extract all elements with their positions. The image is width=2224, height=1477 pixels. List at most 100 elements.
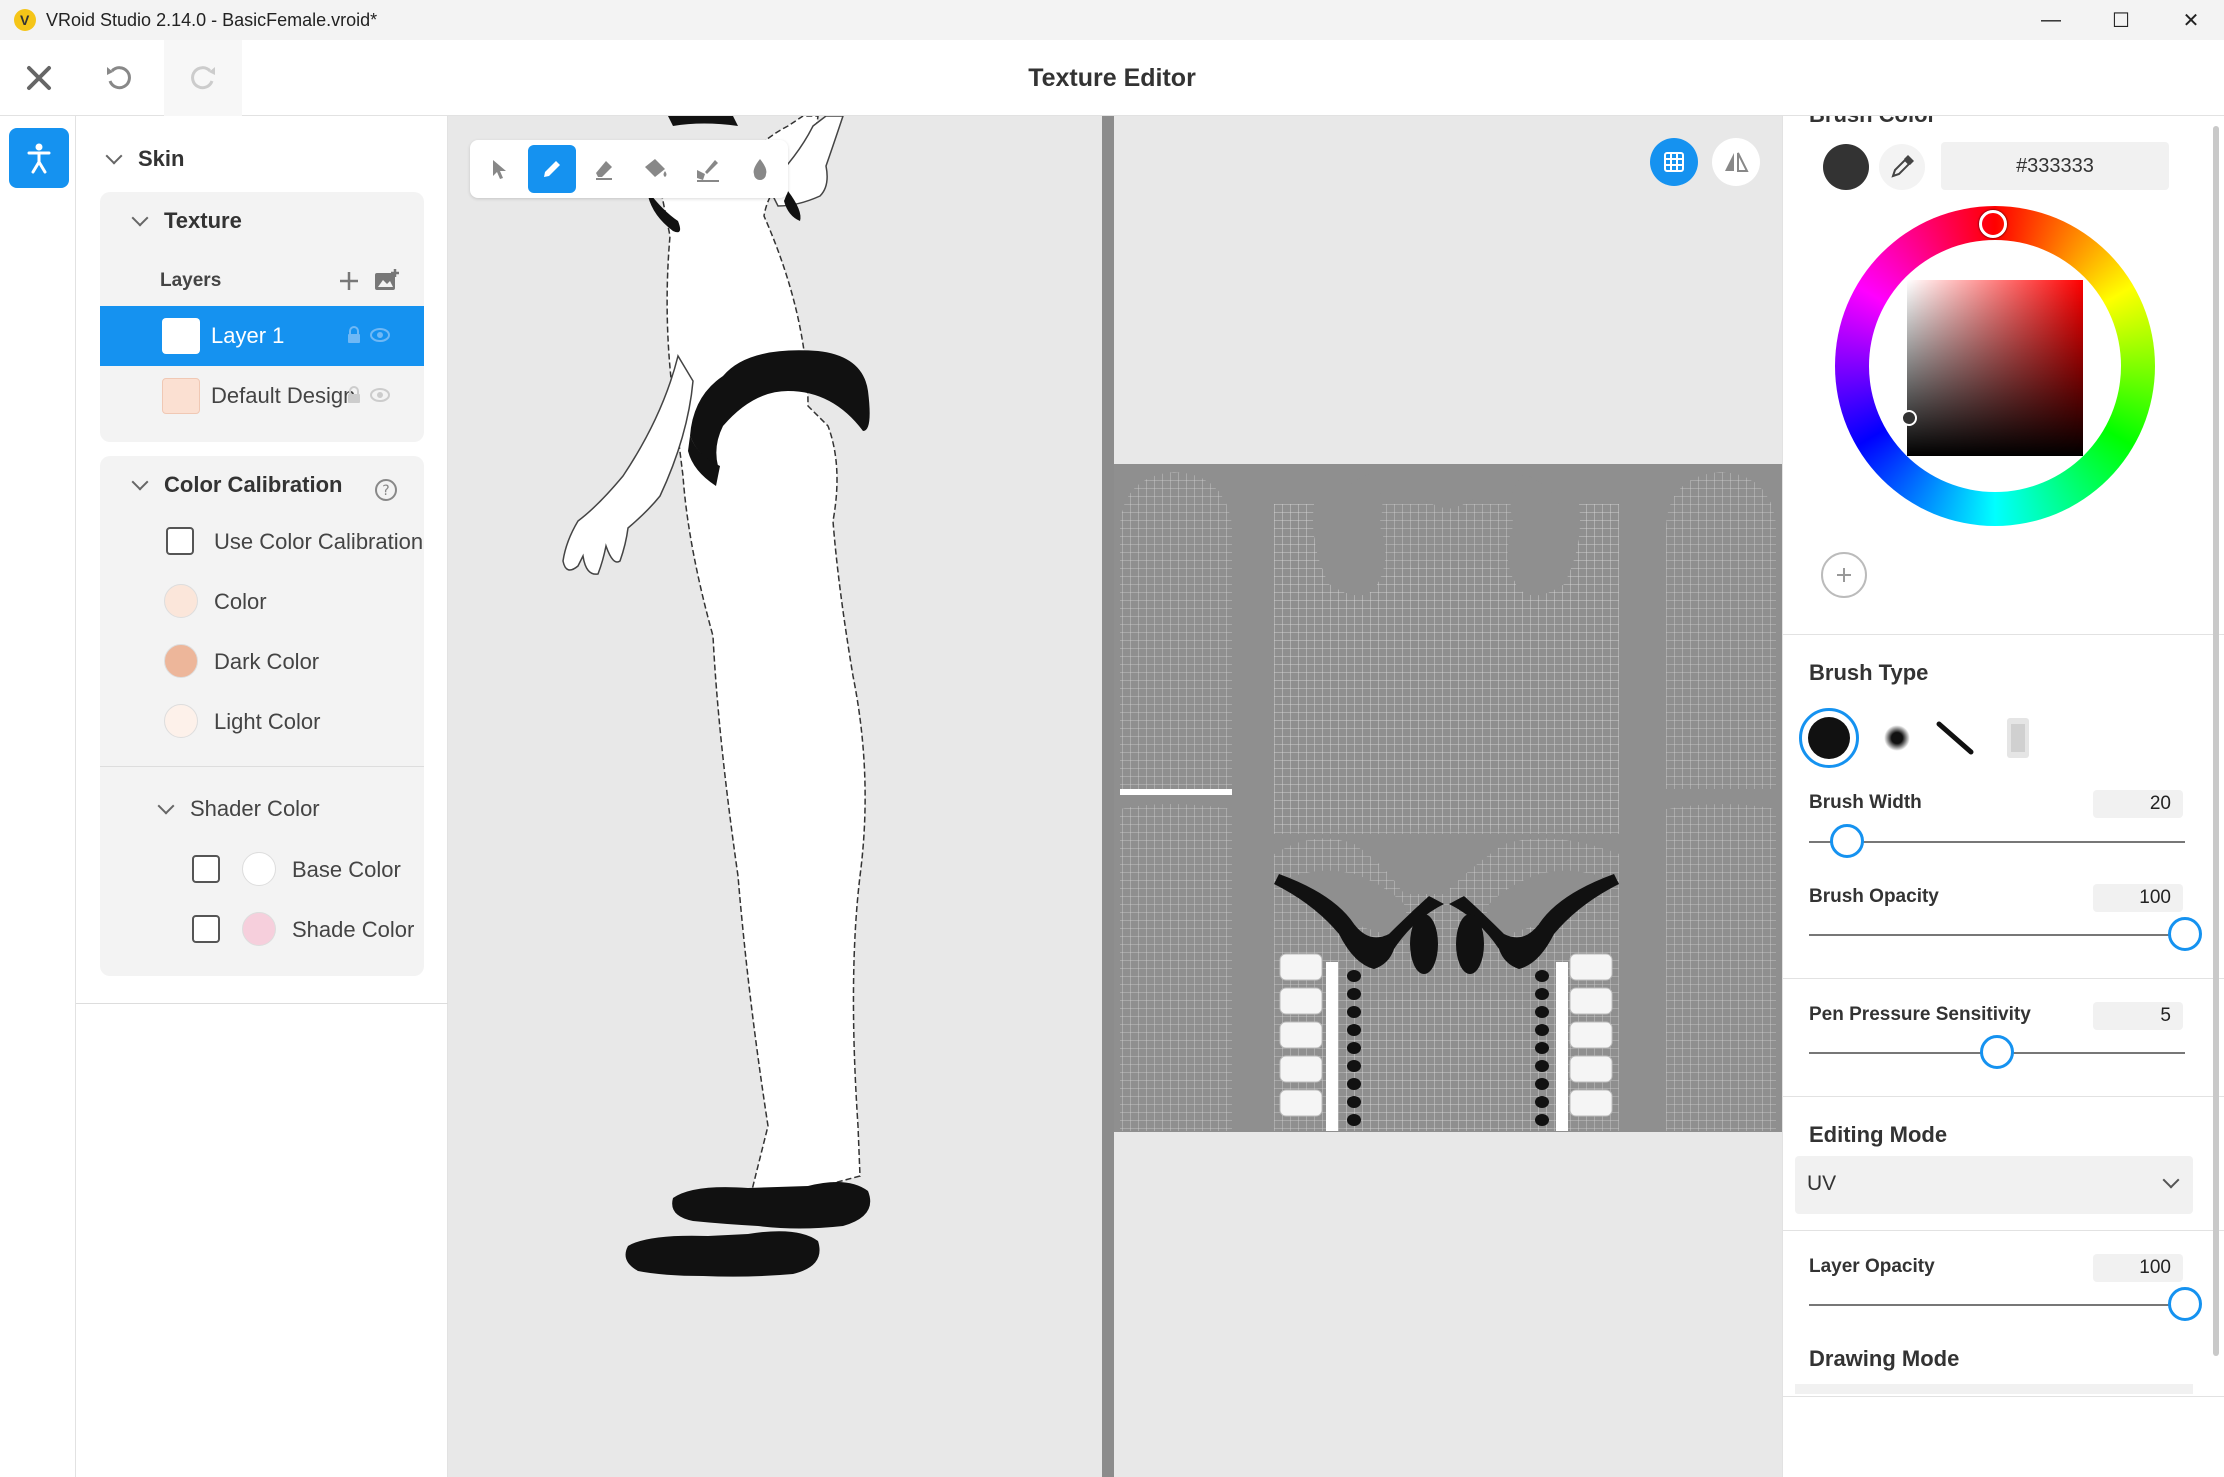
divider bbox=[1783, 978, 2224, 979]
shade-color-swatch[interactable] bbox=[242, 912, 276, 946]
right-panel-scrollbar[interactable] bbox=[2213, 126, 2219, 1356]
layer-opacity-slider[interactable] bbox=[1809, 1304, 2185, 1306]
layer-row-layer-1[interactable]: Layer 1 bbox=[100, 306, 424, 366]
eraser-tool-button[interactable] bbox=[580, 145, 628, 193]
texture-label: Texture bbox=[164, 208, 242, 233]
editing-mode-select[interactable]: UV bbox=[1795, 1156, 2193, 1214]
lock-icon[interactable] bbox=[346, 386, 362, 404]
brush-opacity-slider[interactable] bbox=[1809, 934, 2185, 936]
skin-label: Skin bbox=[138, 146, 185, 171]
brush-width-slider[interactable] bbox=[1809, 841, 2185, 843]
window-title: VRoid Studio 2.14.0 - BasicFemale.vroid* bbox=[46, 10, 378, 30]
layer-opacity-value[interactable]: 100 bbox=[2093, 1254, 2183, 1282]
close-window-button[interactable]: ✕ bbox=[2156, 0, 2224, 40]
light-color-label: Light Color bbox=[214, 709, 321, 734]
hue-handle[interactable] bbox=[1979, 210, 2007, 238]
shader-shade-color-row[interactable]: Shade Color bbox=[100, 908, 424, 950]
grid-icon bbox=[1664, 152, 1684, 172]
brush-type-hard-round[interactable] bbox=[1799, 708, 1859, 768]
color-label: Color bbox=[214, 589, 267, 614]
light-color-swatch[interactable] bbox=[164, 704, 198, 738]
chevron-down-icon bbox=[131, 209, 149, 227]
brush-type-label: Brush Type bbox=[1809, 660, 1929, 685]
eye-icon[interactable] bbox=[370, 386, 390, 404]
smudge-brush-icon bbox=[697, 160, 719, 182]
skin-section-header[interactable]: Skin bbox=[105, 146, 185, 172]
base-color-swatch[interactable] bbox=[242, 852, 276, 886]
right-panel: Brush Color #333333 Brush Type Brush Wid… bbox=[1782, 116, 2224, 1477]
drawing-mode-select[interactable] bbox=[1795, 1384, 2193, 1394]
divider bbox=[100, 766, 424, 767]
panel-divider bbox=[76, 1003, 448, 1004]
brush-type-texture[interactable] bbox=[1993, 714, 2041, 762]
mirror-toggle-button[interactable] bbox=[1712, 138, 1760, 186]
body-figure-icon bbox=[27, 143, 51, 174]
pen-tool-button[interactable] bbox=[528, 145, 576, 193]
brush-color-label: Brush Color bbox=[1809, 116, 1936, 128]
layer-label: Layer 1 bbox=[211, 323, 285, 348]
shader-color-header[interactable]: Shader Color bbox=[157, 796, 320, 822]
smudge-tool-button[interactable] bbox=[684, 145, 732, 193]
texture-card: Texture Layers Layer 1 Default Design bbox=[100, 192, 424, 442]
maximize-button[interactable]: ☐ bbox=[2086, 0, 2156, 40]
base-color-checkbox[interactable] bbox=[192, 855, 220, 883]
brush-width-thumb[interactable] bbox=[1829, 824, 1864, 858]
brush-opacity-thumb[interactable] bbox=[2168, 917, 2202, 951]
cursor-icon bbox=[493, 160, 506, 179]
color-swatch[interactable] bbox=[164, 584, 198, 618]
brush-width-value[interactable]: 20 bbox=[2093, 790, 2183, 818]
editing-mode-value: UV bbox=[1807, 1172, 1837, 1195]
color-picker-handle[interactable] bbox=[1901, 410, 1917, 426]
line-brush-icon bbox=[1936, 721, 1974, 755]
brush-width-label: Brush Width bbox=[1809, 792, 1922, 813]
uv-grid-toggle-button[interactable] bbox=[1650, 138, 1698, 186]
uv-texture-pane[interactable] bbox=[1114, 116, 1782, 1477]
dark-color-swatch[interactable] bbox=[164, 644, 198, 678]
chevron-down-icon bbox=[157, 797, 175, 815]
help-icon[interactable]: ? bbox=[374, 478, 398, 502]
saturation-value-square[interactable] bbox=[1907, 280, 2083, 456]
calibration-light-color-row[interactable]: Light Color bbox=[100, 700, 424, 742]
eyedropper-button[interactable] bbox=[1879, 144, 1925, 190]
add-color-preset-button[interactable] bbox=[1821, 552, 1867, 598]
shade-color-checkbox[interactable] bbox=[192, 915, 220, 943]
brush-type-soft[interactable] bbox=[1875, 716, 1919, 760]
pen-pressure-thumb[interactable] bbox=[1980, 1035, 2014, 1069]
texture-section-header[interactable]: Texture bbox=[131, 208, 242, 234]
brush-type-line[interactable] bbox=[1931, 714, 1979, 762]
brush-opacity-value[interactable]: 100 bbox=[2093, 884, 2183, 912]
eye-icon[interactable] bbox=[370, 326, 390, 344]
select-tool-button[interactable] bbox=[476, 145, 524, 193]
shade-color-label: Shade Color bbox=[292, 917, 415, 942]
pen-pressure-value[interactable]: 5 bbox=[2093, 1002, 2183, 1030]
model-viewport[interactable] bbox=[448, 116, 1102, 1477]
color-calibration-header[interactable]: Color Calibration bbox=[131, 472, 343, 498]
use-color-calibration-checkbox[interactable] bbox=[166, 527, 194, 555]
brush-color-hex-input[interactable]: #333333 bbox=[1941, 142, 2169, 190]
drawing-toolbar bbox=[470, 140, 788, 198]
minimize-button[interactable]: — bbox=[2016, 0, 2086, 40]
pane-splitter[interactable] bbox=[1102, 116, 1114, 1477]
use-color-calibration-row[interactable]: Use Color Calibration bbox=[100, 520, 424, 562]
calibration-dark-color-row[interactable]: Dark Color bbox=[100, 640, 424, 682]
color-calibration-label: Color Calibration bbox=[164, 472, 343, 497]
layer-opacity-thumb[interactable] bbox=[2168, 1287, 2202, 1321]
fill-tool-button[interactable] bbox=[632, 145, 680, 193]
uv-texture-map bbox=[1114, 464, 1782, 1132]
use-color-calibration-label: Use Color Calibration bbox=[214, 529, 424, 554]
page-title: Texture Editor bbox=[1028, 64, 1196, 92]
add-layer-icon[interactable] bbox=[338, 270, 360, 292]
add-image-layer-icon[interactable] bbox=[374, 268, 400, 292]
skin-category-button[interactable] bbox=[9, 128, 69, 188]
left-panel: Skin Texture Layers Layer 1 Default Desi… bbox=[76, 116, 448, 1477]
brush-color-swatch[interactable] bbox=[1823, 144, 1869, 190]
layer-row-default-design[interactable]: Default Design bbox=[100, 366, 424, 426]
shader-base-color-row[interactable]: Base Color bbox=[100, 848, 424, 890]
lock-icon[interactable] bbox=[346, 326, 362, 344]
paint-bucket-icon bbox=[645, 159, 667, 177]
calibration-color-row[interactable]: Color bbox=[100, 580, 424, 622]
chevron-down-icon bbox=[105, 147, 123, 165]
chevron-down-icon bbox=[131, 473, 149, 491]
editing-mode-label: Editing Mode bbox=[1809, 1122, 1948, 1147]
eyedropper-tool-button[interactable] bbox=[736, 145, 784, 193]
